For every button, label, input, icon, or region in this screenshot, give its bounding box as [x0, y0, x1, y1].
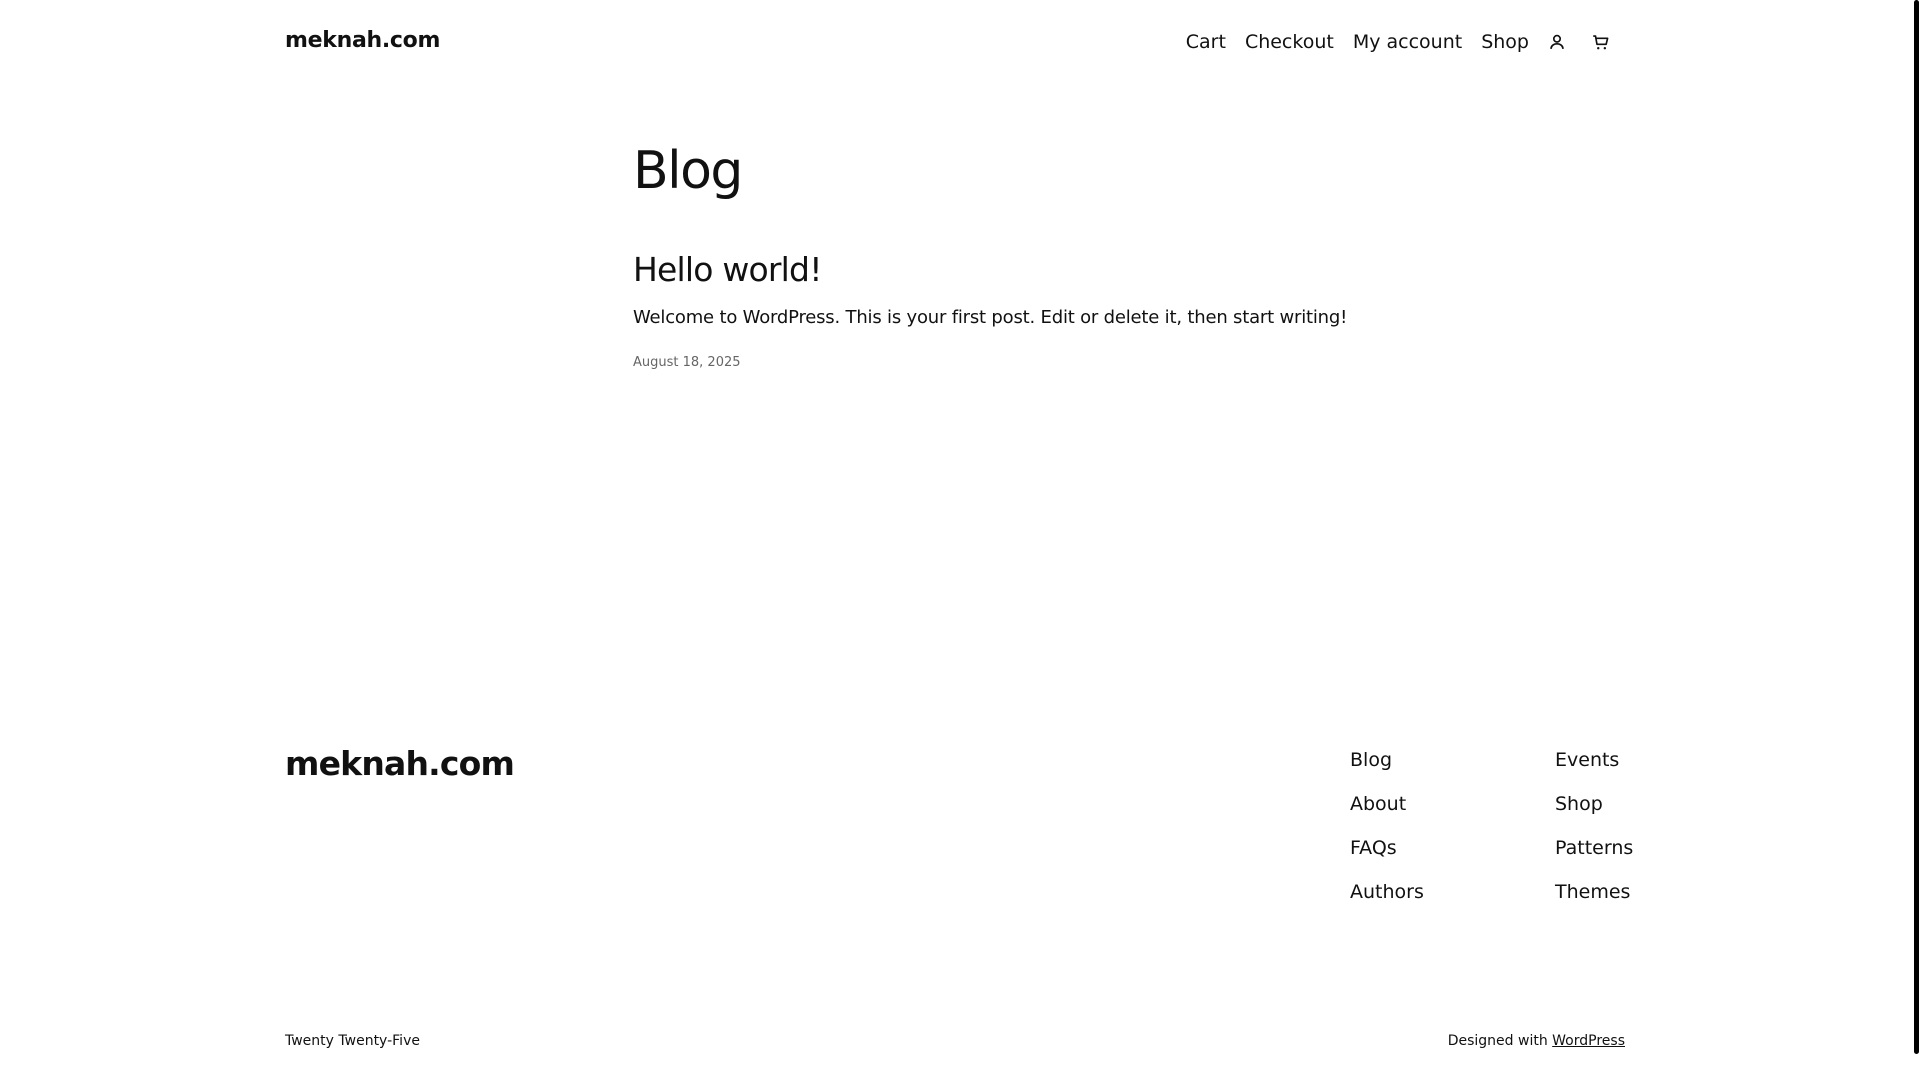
- designed-with-credit: Designed with WordPress: [1448, 1033, 1625, 1049]
- site-title-link[interactable]: meknah.com: [285, 28, 440, 53]
- footer-link-about[interactable]: About: [1350, 792, 1424, 836]
- post-title: Hello world!: [633, 250, 1333, 290]
- primary-nav: Cart Checkout My account Shop: [1186, 28, 1615, 56]
- footer-link-patterns[interactable]: Patterns: [1555, 836, 1633, 880]
- footer-link-blog[interactable]: Blog: [1350, 748, 1424, 792]
- wordpress-link[interactable]: WordPress: [1552, 1033, 1625, 1049]
- scrollbar-thumb[interactable]: [1914, 0, 1919, 1054]
- nav-item-cart[interactable]: Cart: [1186, 31, 1226, 53]
- nav-item-checkout[interactable]: Checkout: [1245, 31, 1334, 53]
- footer-link-events[interactable]: Events: [1555, 748, 1633, 792]
- post-date[interactable]: August 18, 2025: [633, 355, 1333, 370]
- footer-link-shop[interactable]: Shop: [1555, 792, 1633, 836]
- footer-site-title-link[interactable]: meknah.com: [285, 744, 515, 783]
- account-icon[interactable]: [1543, 28, 1571, 56]
- designed-with-text: Designed with: [1447, 1033, 1548, 1049]
- scrollbar[interactable]: [1913, 0, 1920, 1080]
- site-header: meknah.com Cart Checkout My account Shop: [285, 24, 1625, 64]
- post-excerpt: Welcome to WordPress. This is your first…: [633, 306, 1348, 328]
- main-content: Blog Hello world! Welcome to WordPress. …: [633, 140, 1348, 370]
- footer-link-themes[interactable]: Themes: [1555, 880, 1633, 924]
- cart-icon[interactable]: [1587, 28, 1615, 56]
- theme-credit: Twenty Twenty-Five: [285, 1033, 420, 1049]
- post-item: Hello world! Welcome to WordPress. This …: [633, 250, 1348, 370]
- nav-item-my-account[interactable]: My account: [1353, 31, 1462, 53]
- footer-nav-column-2: Events Shop Patterns Themes: [1555, 748, 1633, 924]
- footer-link-faqs[interactable]: FAQs: [1350, 836, 1424, 880]
- page-title: Blog: [633, 141, 743, 201]
- footer-nav-column-1: Blog About FAQs Authors: [1350, 748, 1424, 924]
- footer-link-authors[interactable]: Authors: [1350, 880, 1424, 924]
- page: meknah.com Cart Checkout My account Shop: [0, 0, 1920, 1080]
- post-title-link[interactable]: Hello world!: [633, 250, 822, 289]
- nav-item-shop[interactable]: Shop: [1481, 31, 1529, 53]
